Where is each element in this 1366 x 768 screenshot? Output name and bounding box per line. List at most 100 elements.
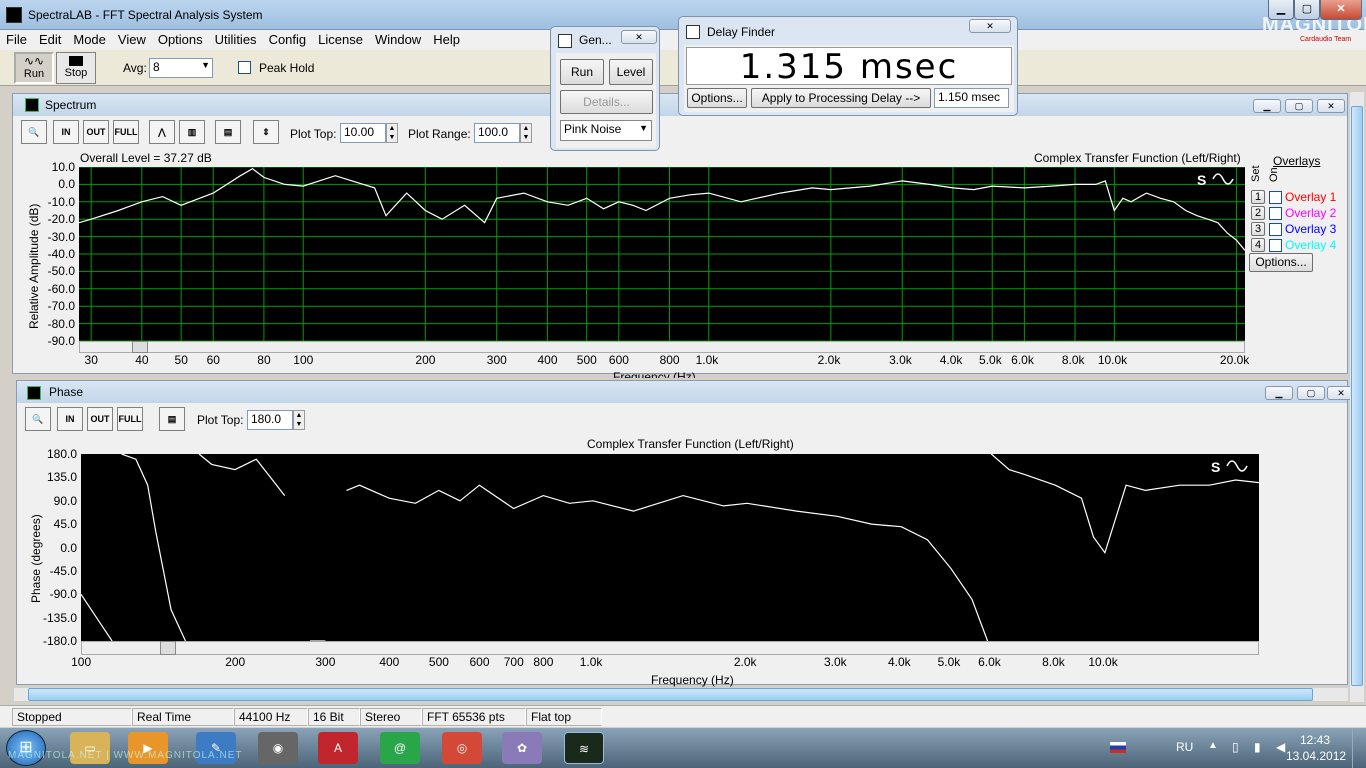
phase-zoom-out-2x-icon[interactable]: OUT: [87, 407, 113, 431]
phase-zoom-icon[interactable]: 🔍: [25, 407, 51, 431]
palette-taskbar-icon[interactable]: ✿: [502, 732, 542, 764]
phase-hscroll-thumb[interactable]: [160, 641, 176, 655]
burner-taskbar-icon[interactable]: ◉: [258, 732, 298, 764]
delay-options-button[interactable]: Options...: [687, 88, 747, 108]
overlay-checkbox[interactable]: [1269, 191, 1282, 204]
generator-details-button[interactable]: Details...: [560, 90, 653, 114]
peak-hold-label: Peak Hold: [259, 61, 315, 75]
menu-license[interactable]: License: [312, 30, 369, 49]
phase-hscroll[interactable]: [81, 641, 1259, 655]
x-tick-label: 200: [415, 353, 436, 367]
spectrum-plot[interactable]: S: [79, 167, 1245, 341]
mail-agent-taskbar-icon[interactable]: @: [380, 732, 420, 764]
menu-file[interactable]: File: [0, 30, 33, 49]
run-button[interactable]: ∿∿ Run: [14, 52, 54, 84]
overlay-set-button[interactable]: 2: [1251, 206, 1265, 220]
overall-level: Overall Level = 37.27 dB: [80, 151, 212, 165]
language-indicator[interactable]: RU: [1176, 740, 1193, 754]
overlay-checkbox[interactable]: [1269, 207, 1282, 220]
phase-spreadsheet-icon[interactable]: ▤: [159, 407, 185, 431]
menu-window[interactable]: Window: [369, 30, 427, 49]
mdi-vscroll[interactable]: [1350, 92, 1364, 702]
apply-delay-button[interactable]: Apply to Processing Delay -->: [751, 88, 931, 108]
bar-graph-icon[interactable]: ▥: [179, 120, 205, 144]
overlay-label: Overlay 3: [1285, 222, 1337, 236]
battery-icon[interactable]: ▯: [1232, 740, 1239, 754]
overlay-set-button[interactable]: 4: [1251, 238, 1265, 252]
wave-mode-s-icon: S: [1211, 459, 1220, 475]
chrome-taskbar-icon[interactable]: ◎: [442, 732, 482, 764]
show-desktop-button[interactable]: [1352, 728, 1366, 768]
delay-finder-close-button[interactable]: ✕: [969, 19, 1011, 33]
overlay-options-button[interactable]: Options...: [1249, 253, 1313, 272]
overlay-checkbox[interactable]: [1269, 223, 1282, 236]
phase-plot-top-spinner[interactable]: ▲ ▼: [293, 410, 305, 430]
peak-hold-checkbox[interactable]: [238, 61, 251, 74]
phase-minimize-button[interactable]: ▁: [1265, 386, 1293, 400]
overlay-checkbox[interactable]: [1269, 239, 1282, 252]
spectrum-hscroll-thumb[interactable]: [132, 341, 148, 353]
menu-view[interactable]: View: [112, 30, 152, 49]
series-line: [79, 167, 1245, 251]
phase-zoom-out-full-icon[interactable]: FULL: [117, 407, 143, 431]
spectrum-plot-top-spinner[interactable]: ▲ ▼: [386, 123, 398, 143]
clock-date[interactable]: 13.04.2012: [1286, 749, 1346, 763]
generator-level-button[interactable]: Level: [609, 59, 653, 85]
y-tick-label: 180.0: [46, 447, 77, 461]
spectrum-minimize-button[interactable]: ▁: [1253, 99, 1281, 113]
spectralab-taskbar-icon[interactable]: ≋: [564, 732, 604, 764]
network-icon[interactable]: ▮: [1254, 740, 1261, 754]
zoom-in-2x-icon[interactable]: IN: [53, 120, 79, 144]
peak-line-icon[interactable]: ⋀: [149, 120, 175, 144]
y-tick-label: -60.0: [47, 281, 75, 296]
minimize-button[interactable]: ▁: [1268, 0, 1294, 20]
tray-arrow-icon[interactable]: ▲: [1208, 740, 1218, 751]
cursor-icon[interactable]: ⇕: [253, 120, 279, 144]
avg-select[interactable]: 8 ▼: [149, 58, 213, 78]
spectrum-maximize-button[interactable]: ▢: [1285, 99, 1313, 113]
generator-run-button[interactable]: Run: [560, 59, 604, 85]
autocad-taskbar-icon[interactable]: A: [318, 732, 358, 764]
phase-zoom-in-2x-icon[interactable]: IN: [57, 407, 83, 431]
menu-utilities[interactable]: Utilities: [209, 30, 263, 49]
generator-signal-select[interactable]: Pink Noise ▼: [560, 120, 652, 141]
spectrum-close-button[interactable]: ✕: [1317, 99, 1345, 113]
flag-icon[interactable]: [1110, 742, 1126, 753]
stop-button[interactable]: Stop: [56, 52, 96, 84]
spectrum-hscroll[interactable]: [79, 341, 1245, 353]
x-tick-label: 500: [428, 655, 449, 669]
menu-help[interactable]: Help: [427, 30, 466, 49]
menu-config[interactable]: Config: [263, 30, 313, 49]
taskbar: ⊞ ▭ ▶ ✎ ◉ A @ ◎ ✿ ≋ MAGNITOLA.NET | WWW.…: [0, 728, 1366, 768]
volume-icon[interactable]: ◀: [1276, 740, 1285, 754]
phase-plot-top-input[interactable]: 180.0: [247, 410, 293, 430]
menu-edit[interactable]: Edit: [33, 30, 67, 49]
phase-maximize-button[interactable]: ▢: [1297, 386, 1325, 400]
zoom-out-2x-icon[interactable]: OUT: [83, 120, 109, 144]
phase-plot[interactable]: S: [81, 454, 1259, 641]
wave-mode-sine-icon: [1226, 460, 1248, 472]
spreadsheet-icon[interactable]: ▤: [215, 120, 241, 144]
mdi-hscroll-thumb[interactable]: [28, 688, 1313, 701]
close-button[interactable]: ✕: [1320, 0, 1362, 20]
overlay-set-button[interactable]: 1: [1251, 190, 1265, 204]
current-delay-field: 1.150 msec: [934, 88, 1009, 108]
spectrum-plot-top-input[interactable]: 10.00: [340, 123, 386, 143]
y-tick-label: 135.0: [46, 470, 77, 485]
mdi-hscroll[interactable]: [14, 688, 1348, 701]
overlay-set-button[interactable]: 3: [1251, 222, 1265, 236]
menu-options[interactable]: Options: [152, 30, 209, 49]
wave-mode-s-icon: S: [1197, 172, 1206, 188]
mdi-vscroll-thumb[interactable]: [1351, 106, 1363, 686]
zoom-icon[interactable]: 🔍: [21, 120, 47, 144]
y-tick-label: 45.0: [53, 517, 77, 532]
watermark-sub: Cardaudio Team: [1300, 36, 1352, 43]
menu-mode[interactable]: Mode: [67, 30, 112, 49]
generator-close-button[interactable]: ✕: [621, 30, 657, 44]
clock-time[interactable]: 12:43: [1300, 733, 1330, 747]
zoom-out-full-icon[interactable]: FULL: [113, 120, 139, 144]
wave-mode-icon: S: [1197, 172, 1234, 188]
plot-range-input[interactable]: 100.0: [474, 123, 520, 143]
maximize-button[interactable]: ▢: [1294, 0, 1320, 20]
plot-range-spinner[interactable]: ▲ ▼: [520, 123, 532, 143]
